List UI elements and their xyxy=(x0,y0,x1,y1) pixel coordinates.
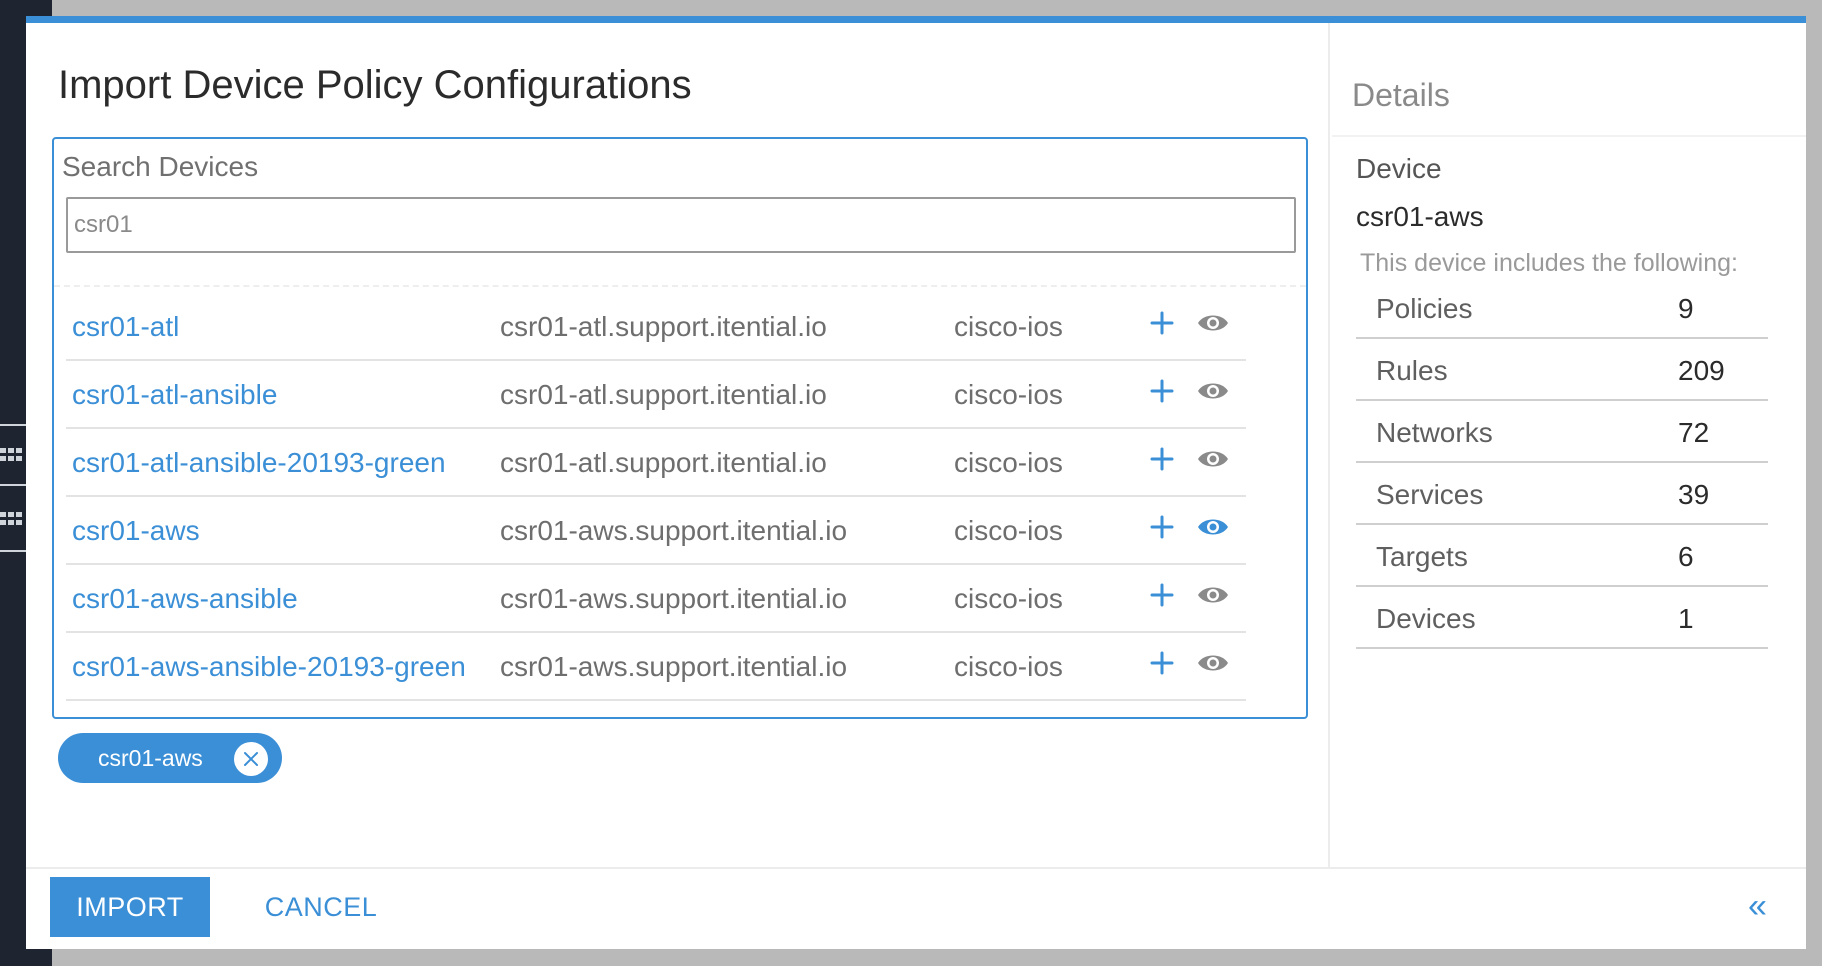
device-name-link[interactable]: csr01-aws-ansible xyxy=(72,583,298,615)
device-row[interactable]: csr01-aws-ansible csr01-aws.support.itent… xyxy=(66,565,1246,633)
plus-icon[interactable] xyxy=(1146,579,1178,611)
device-name-link[interactable]: csr01-atl-ansible xyxy=(72,379,277,411)
sidebar-divider xyxy=(0,484,26,486)
divider xyxy=(54,285,1306,287)
details-value: 39 xyxy=(1678,479,1710,510)
sidebar-divider xyxy=(0,550,26,552)
device-os: cisco-ios xyxy=(954,447,1063,478)
eye-icon[interactable] xyxy=(1196,443,1230,475)
details-device-label: Device xyxy=(1356,153,1442,184)
plus-icon[interactable] xyxy=(1146,443,1178,475)
chip-label: csr01-aws xyxy=(98,745,203,771)
details-includes-text: This device includes the following: xyxy=(1360,249,1738,277)
modal-footer: IMPORT CANCEL « xyxy=(26,867,1806,949)
details-value: 6 xyxy=(1678,541,1694,572)
device-name-link[interactable]: csr01-aws xyxy=(72,515,200,547)
device-name-link[interactable]: csr01-atl xyxy=(72,311,179,343)
device-name-link[interactable]: csr01-aws-ansible-20193-green xyxy=(72,651,466,683)
device-row[interactable]: csr01-aws-ansible-20193-green csr01-aws.s… xyxy=(66,633,1246,701)
details-device-name: csr01-aws xyxy=(1356,201,1484,232)
device-host: csr01-atl.support.itential.io xyxy=(500,447,827,478)
details-key: Devices xyxy=(1376,603,1476,634)
device-os: cisco-ios xyxy=(954,651,1063,682)
double-chevron-left-icon[interactable]: « xyxy=(1748,887,1767,926)
details-value: 72 xyxy=(1678,417,1710,448)
device-search-panel: Search Devices csr01-atl csr01-atl.suppor… xyxy=(52,137,1308,719)
divider xyxy=(1332,135,1806,137)
device-os: cisco-ios xyxy=(954,311,1063,342)
eye-icon[interactable] xyxy=(1196,647,1230,679)
details-title: Details xyxy=(1352,77,1450,113)
details-key: Networks xyxy=(1376,417,1493,448)
device-os: cisco-ios xyxy=(954,379,1063,410)
device-host: csr01-atl.support.itential.io xyxy=(500,379,827,410)
device-row[interactable]: csr01-atl csr01-atl.support.itential.io ci… xyxy=(66,293,1246,361)
device-host: csr01-aws.support.itential.io xyxy=(500,583,848,614)
device-row[interactable]: csr01-atl-ansible csr01-atl.support.itent… xyxy=(66,361,1246,429)
device-list: csr01-atl csr01-atl.support.itential.io ci… xyxy=(66,293,1246,701)
search-input[interactable] xyxy=(66,197,1296,253)
details-value: 1 xyxy=(1678,603,1694,634)
selected-device-chip: csr01-aws xyxy=(58,733,282,783)
plus-icon[interactable] xyxy=(1146,647,1178,679)
device-host: csr01-aws.support.itential.io xyxy=(500,651,848,682)
close-icon[interactable] xyxy=(234,742,268,776)
device-row[interactable]: csr01-aws csr01-aws.support.itential.io ci… xyxy=(66,497,1246,565)
plus-icon[interactable] xyxy=(1146,307,1178,339)
device-host: csr01-aws.support.itential.io xyxy=(500,515,848,546)
sidebar-divider xyxy=(0,424,26,426)
eye-icon[interactable] xyxy=(1196,511,1230,543)
device-os: cisco-ios xyxy=(954,583,1063,614)
details-value: 9 xyxy=(1678,293,1694,324)
search-label: Search Devices xyxy=(62,151,259,182)
details-value: 209 xyxy=(1678,355,1725,386)
details-row: Rules 209 xyxy=(1356,339,1768,401)
cancel-button[interactable]: CANCEL xyxy=(246,877,396,937)
details-key: Rules xyxy=(1376,355,1448,386)
details-table: Policies 9 Rules 209 Networks 72 Services 39 Tar… xyxy=(1356,277,1768,649)
eye-icon[interactable] xyxy=(1196,307,1230,339)
import-modal: Import Device Policy Configurations Sear… xyxy=(26,16,1806,949)
details-key: Targets xyxy=(1376,541,1468,572)
details-row: Networks 72 xyxy=(1356,401,1768,463)
details-row: Policies 9 xyxy=(1356,277,1768,339)
details-row: Devices 1 xyxy=(1356,587,1768,649)
plus-icon[interactable] xyxy=(1146,375,1178,407)
device-os: cisco-ios xyxy=(954,515,1063,546)
grid-icon[interactable] xyxy=(0,510,24,532)
plus-icon[interactable] xyxy=(1146,511,1178,543)
grid-icon[interactable] xyxy=(0,446,24,468)
modal-main-panel: Import Device Policy Configurations Sear… xyxy=(26,23,1330,867)
modal-title: Import Device Policy Configurations xyxy=(58,63,692,107)
details-row: Services 39 xyxy=(1356,463,1768,525)
device-row[interactable]: csr01-atl-ansible-20193-green csr01-atl.s… xyxy=(66,429,1246,497)
device-host: csr01-atl.support.itential.io xyxy=(500,311,827,342)
device-name-link[interactable]: csr01-atl-ansible-20193-green xyxy=(72,447,446,479)
details-row: Targets 6 xyxy=(1356,525,1768,587)
details-key: Policies xyxy=(1376,293,1473,324)
import-button[interactable]: IMPORT xyxy=(50,877,210,937)
details-key: Services xyxy=(1376,479,1484,510)
eye-icon[interactable] xyxy=(1196,579,1230,611)
eye-icon[interactable] xyxy=(1196,375,1230,407)
